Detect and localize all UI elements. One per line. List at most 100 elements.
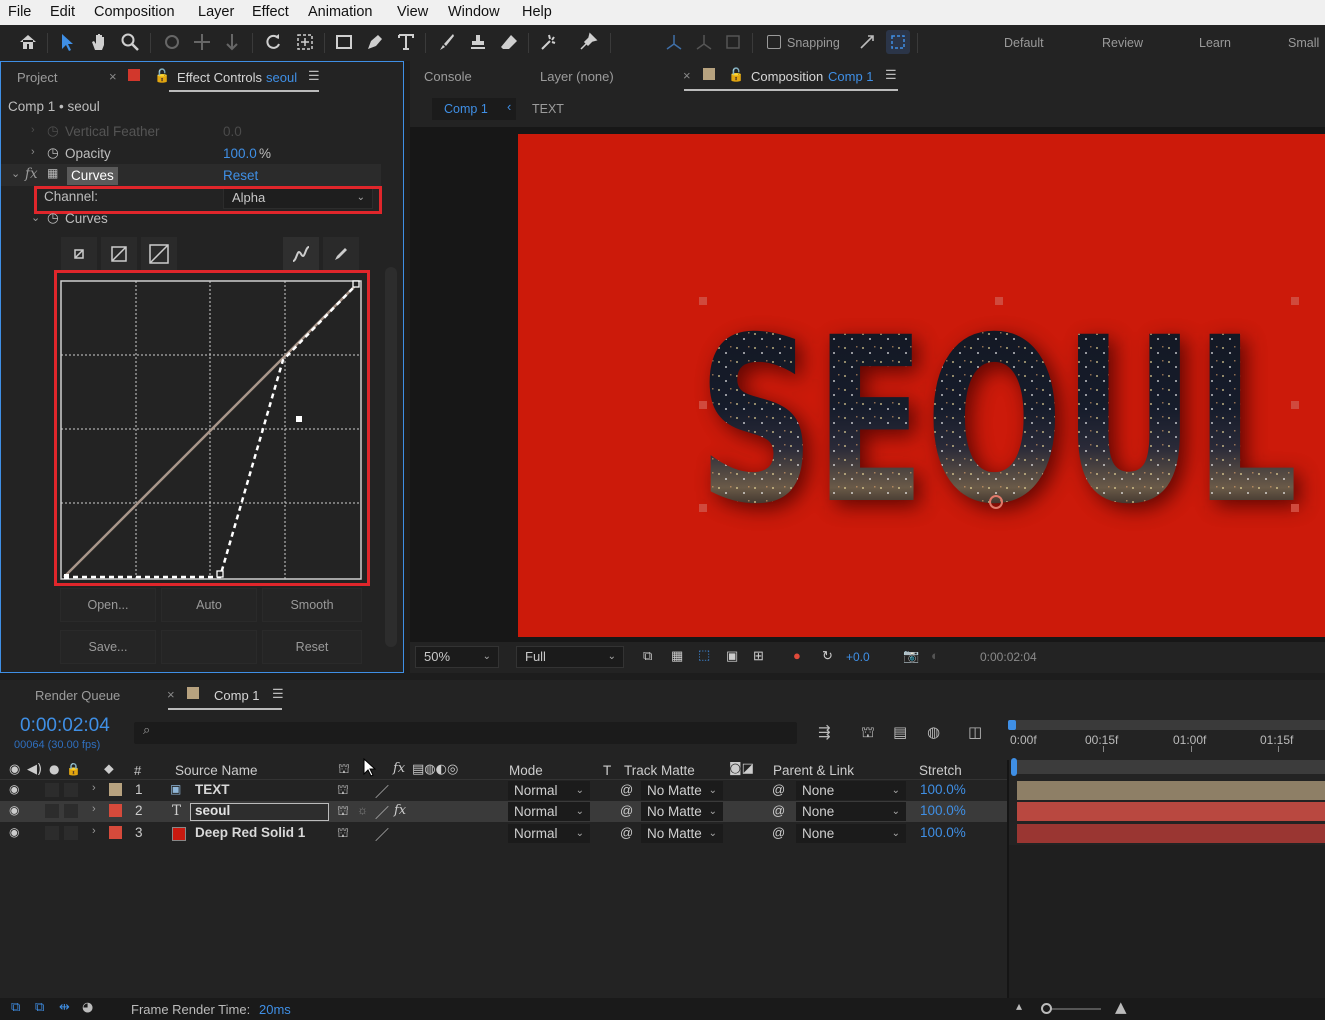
tab-console[interactable]: Console — [424, 69, 472, 84]
color-channels-icon[interactable]: ● — [793, 648, 801, 663]
tab-effect-controls[interactable]: Effect Controls — [177, 70, 262, 85]
curves-reset-link[interactable]: Reset — [223, 168, 258, 183]
viewer-timecode[interactable]: 0:00:02:04 — [980, 650, 1037, 664]
tab-effect-layer[interactable]: seoul — [266, 70, 297, 85]
puppet-pin-icon[interactable] — [576, 30, 600, 54]
show-snapshot-icon[interactable]: ◐ — [931, 648, 939, 663]
layer-switches-icon[interactable]: ⧉ — [11, 1000, 20, 1015]
track-matte-dropdown[interactable]: No Matte ⌄ — [641, 802, 723, 821]
comp-canvas[interactable]: SEOUL SEOUL SEOUL — [518, 134, 1325, 637]
zoom-out-mountain-icon[interactable]: ▴ — [1016, 999, 1022, 1013]
vertical-feather-value[interactable]: 0.0 — [223, 124, 242, 139]
track-matte-dropdown[interactable]: No Matte ⌄ — [641, 781, 723, 800]
graph-small-icon[interactable] — [61, 237, 97, 271]
nav-text[interactable]: TEXT — [532, 102, 564, 116]
region-of-interest-icon[interactable]: ▣ — [726, 648, 738, 664]
resolution-dropdown[interactable]: Full ⌄ — [516, 646, 624, 668]
pan-behind-tool-icon[interactable] — [293, 30, 317, 54]
layer-row-deep-red-solid[interactable]: ◉ › 3 Deep Red Solid 1 ⛫ ／ Normal ⌄ @ No … — [0, 823, 1008, 844]
tab-layer[interactable]: Layer (none) — [540, 69, 614, 84]
nav-comp[interactable]: Comp 1 — [444, 102, 488, 116]
open-button[interactable]: Open... — [60, 588, 156, 622]
in-out-columns-icon[interactable]: ⇹ — [59, 1000, 70, 1015]
snap-option-icon[interactable] — [855, 30, 879, 54]
close-tab-icon[interactable]: × — [167, 687, 175, 702]
stopwatch-icon[interactable]: ◷ — [47, 123, 59, 139]
menu-effect[interactable]: Effect — [252, 4, 289, 20]
shy-switch-icon[interactable]: ⛫ — [337, 803, 349, 821]
label-swatch[interactable] — [109, 804, 122, 817]
smooth-button[interactable]: Smooth — [262, 588, 362, 622]
motion-blur-icon[interactable]: ◍ — [927, 723, 940, 741]
quality-switch-icon[interactable]: ／ — [375, 825, 389, 843]
lock-icon[interactable]: 🔓 — [728, 67, 744, 83]
mode-dropdown[interactable]: Normal ⌄ — [508, 802, 590, 821]
menu-view[interactable]: View — [397, 4, 428, 20]
transfer-controls-icon[interactable]: ⧉ — [35, 1000, 44, 1015]
bezier-curve-icon[interactable] — [283, 237, 319, 271]
home-icon[interactable] — [16, 30, 40, 54]
quality-switch-icon[interactable]: ／ — [375, 803, 389, 821]
orbit-camera-icon[interactable] — [160, 30, 184, 54]
chevron-right-icon[interactable]: › — [31, 124, 35, 136]
panel-menu-icon[interactable]: ☰ — [272, 686, 284, 702]
tab-timeline-comp[interactable]: Comp 1 — [214, 688, 260, 703]
workspace-small[interactable]: Small — [1288, 36, 1319, 50]
rotation-tool-icon[interactable] — [261, 30, 285, 54]
source-name-header[interactable]: Source Name — [175, 763, 258, 778]
chevron-right-icon[interactable]: › — [31, 146, 35, 158]
menu-edit[interactable]: Edit — [50, 4, 75, 20]
visibility-eye-icon[interactable]: ◉ — [9, 825, 19, 843]
track-matte-dropdown[interactable]: No Matte ⌄ — [641, 824, 723, 843]
zoom-tool-icon[interactable] — [118, 30, 142, 54]
menu-file[interactable]: File — [8, 4, 31, 20]
menu-window[interactable]: Window — [448, 4, 500, 20]
rectangle-tool-icon[interactable] — [332, 30, 356, 54]
stretch-value[interactable]: 100.0% — [920, 803, 966, 821]
workspace-learn[interactable]: Learn — [1199, 36, 1231, 50]
collapse-switch-icon[interactable]: ☼ — [357, 803, 368, 821]
close-tab-icon[interactable]: × — [109, 69, 117, 84]
playhead[interactable] — [1011, 758, 1017, 776]
type-tool-icon[interactable] — [394, 30, 418, 54]
stretch-value[interactable]: 100.0% — [920, 825, 966, 843]
layer-name[interactable]: Deep Red Solid 1 — [195, 825, 305, 843]
auto-button[interactable]: Auto — [161, 588, 257, 622]
stopwatch-icon[interactable]: ◷ — [47, 210, 59, 226]
quality-switch-icon[interactable]: ／ — [375, 782, 389, 800]
comp-flowchart-icon[interactable]: ⇶ — [818, 723, 831, 741]
grid-guides-icon[interactable]: ⊞ — [753, 648, 764, 664]
save-button[interactable]: Save... — [60, 630, 156, 664]
effect-switch-icon[interactable]: fx — [394, 803, 406, 821]
zoom-in-mountain-icon[interactable]: ▲ — [1115, 998, 1127, 1016]
brush-tool-icon[interactable] — [434, 30, 458, 54]
stretch-value[interactable]: 100.0% — [920, 782, 966, 800]
dolly-camera-icon[interactable] — [220, 30, 244, 54]
label-swatch[interactable] — [109, 783, 122, 796]
curves-effect-label[interactable]: Curves — [67, 167, 118, 185]
spiral-icon[interactable]: @ — [620, 782, 633, 800]
chevron-down-icon[interactable]: ⌄ — [31, 211, 40, 224]
render-time-icon[interactable]: ◕ — [82, 1000, 93, 1015]
snapping-checkbox[interactable] — [767, 35, 781, 49]
fx-icon[interactable]: fx — [25, 166, 38, 182]
layer-bar-text[interactable] — [1017, 781, 1325, 800]
effect-panel-scrollbar[interactable] — [385, 267, 397, 647]
graph-large-icon[interactable] — [141, 237, 177, 271]
layer-row-text[interactable]: ◉ › 1 ▣ TEXT ⛫ ／ Normal ⌄ @ No Matte ⌄ @ N… — [0, 780, 1008, 801]
pen-tool-icon[interactable] — [363, 30, 387, 54]
selection-tool-icon[interactable] — [55, 30, 79, 54]
work-area-bar[interactable] — [1010, 720, 1325, 730]
snap-grid-icon[interactable] — [886, 30, 910, 54]
layer-bar-deep-red-solid[interactable] — [1017, 824, 1325, 843]
shy-switch-icon[interactable]: ⛫ — [337, 825, 349, 843]
tab-composition[interactable]: Composition — [751, 69, 823, 84]
zoom-dropdown[interactable]: 50% ⌄ — [415, 646, 499, 668]
tab-comp-name[interactable]: Comp 1 — [828, 69, 874, 84]
zoom-slider-handle[interactable] — [1041, 1003, 1052, 1014]
menu-layer[interactable]: Layer — [198, 4, 234, 20]
roto-brush-icon[interactable] — [537, 30, 561, 54]
visibility-eye-icon[interactable]: ◉ — [9, 803, 19, 821]
mask-visibility-icon[interactable]: ⬚ — [698, 647, 710, 663]
axis-local-icon[interactable] — [662, 30, 686, 54]
